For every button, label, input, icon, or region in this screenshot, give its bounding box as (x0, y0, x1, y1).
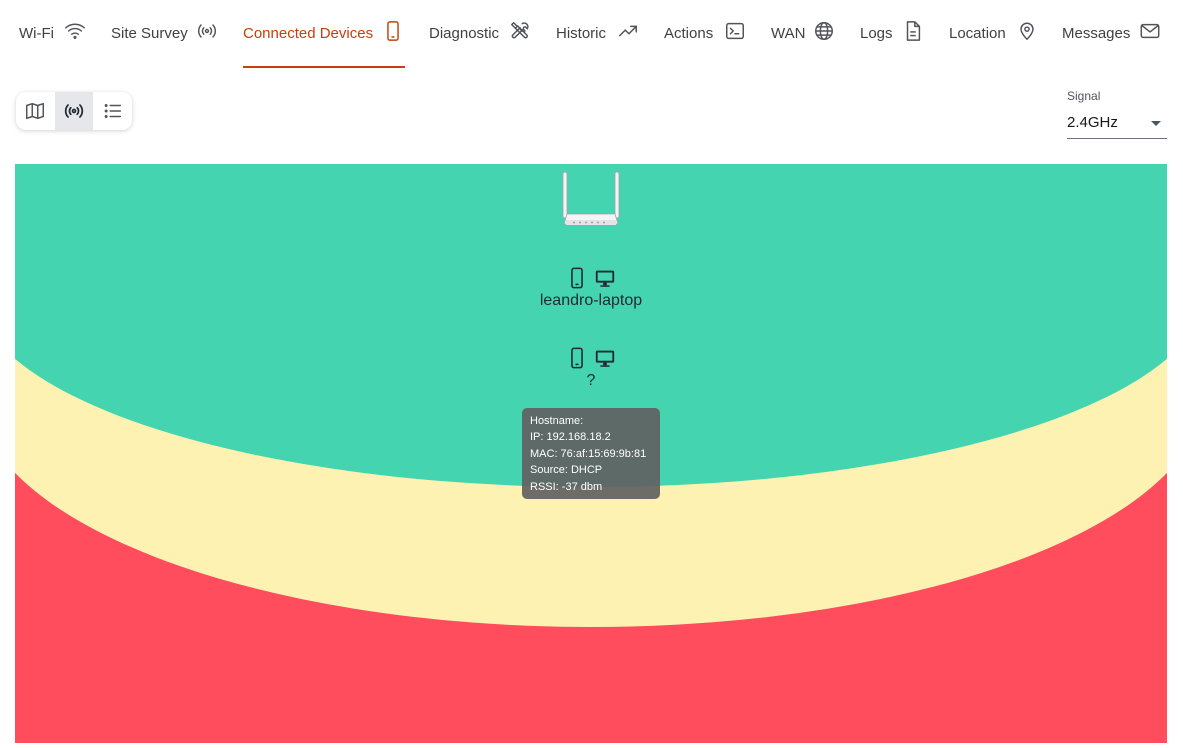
router-icon[interactable] (562, 170, 620, 228)
tooltip-mac: MAC: 76:af:15:69:9b:81 (530, 447, 647, 460)
tab-label: Diagnostic (429, 24, 500, 42)
device-name: ? (586, 372, 596, 389)
tab-label: Site Survey (111, 24, 188, 42)
wifi-icon (64, 20, 86, 42)
tooltip-source: Source: DHCP (530, 464, 603, 477)
map-view-button[interactable] (16, 92, 55, 130)
tools-icon (509, 20, 531, 42)
active-tab-indicator (243, 66, 405, 68)
device-unknown[interactable]: ? (521, 346, 661, 390)
select-underline (1067, 138, 1167, 139)
broadcast-icon (196, 20, 218, 42)
tab-label: Messages (1062, 24, 1131, 42)
signal-label: Signal (1067, 89, 1101, 103)
tab-label: Logs (860, 24, 893, 42)
tab-historic[interactable]: Historic (556, 0, 640, 66)
tooltip-hostname: Hostname: (530, 415, 584, 427)
map-icon (24, 100, 46, 122)
tab-site-survey[interactable]: Site Survey (111, 0, 219, 66)
tab-diagnostic[interactable]: Diagnostic (429, 0, 533, 66)
tab-actions[interactable]: Actions (664, 0, 748, 66)
caret-down-icon (1151, 121, 1161, 126)
list-view-button[interactable] (93, 92, 132, 130)
tooltip-ip: IP: 192.168.18.2 (530, 431, 611, 444)
device-leandro-laptop[interactable]: leandro-laptop (521, 266, 661, 310)
tab-wan[interactable]: WAN (771, 0, 837, 66)
signal-map: leandro-laptop ? Hostname: IP: 192.168.1… (15, 164, 1167, 743)
signal-value: 2.4GHz (1067, 114, 1118, 131)
smartphone-icon (566, 266, 588, 290)
tab-connected-devices[interactable]: Connected Devices (243, 0, 405, 68)
tooltip-rssi: RSSI: -37 dbm (530, 480, 603, 493)
broadcast-icon (63, 100, 85, 122)
tab-label: Connected Devices (243, 24, 374, 42)
tab-label: Location (949, 24, 1006, 42)
tab-label: Wi-Fi (19, 24, 54, 42)
smartphone-icon (382, 20, 404, 42)
tab-logs[interactable]: Logs (860, 0, 926, 66)
tab-location[interactable]: Location (949, 0, 1039, 66)
map-pin-icon (1016, 20, 1038, 42)
tab-label: WAN (771, 24, 806, 42)
device-name: leandro-laptop (539, 292, 643, 309)
list-icon (102, 100, 124, 122)
globe-icon (813, 20, 835, 42)
tab-label: Actions (664, 24, 714, 42)
document-icon (902, 20, 924, 42)
tab-label: Historic (556, 24, 607, 42)
top-navigation: Wi-Fi Site Survey Connected Devices Diag… (0, 0, 1183, 68)
trending-up-icon (617, 20, 639, 42)
envelope-icon (1139, 20, 1161, 42)
desktop-icon (594, 266, 616, 290)
desktop-icon (594, 346, 616, 370)
signal-select[interactable]: Signal 2.4GHz (1067, 89, 1167, 139)
smartphone-icon (566, 346, 588, 370)
terminal-icon (724, 20, 746, 42)
tab-messages[interactable]: Messages (1062, 0, 1164, 66)
signal-view-button[interactable] (54, 92, 94, 130)
view-toggle-group (16, 92, 132, 130)
device-tooltip: Hostname: IP: 192.168.18.2 MAC: 76:af:15… (522, 408, 660, 499)
tab-wifi[interactable]: Wi-Fi (19, 0, 87, 66)
